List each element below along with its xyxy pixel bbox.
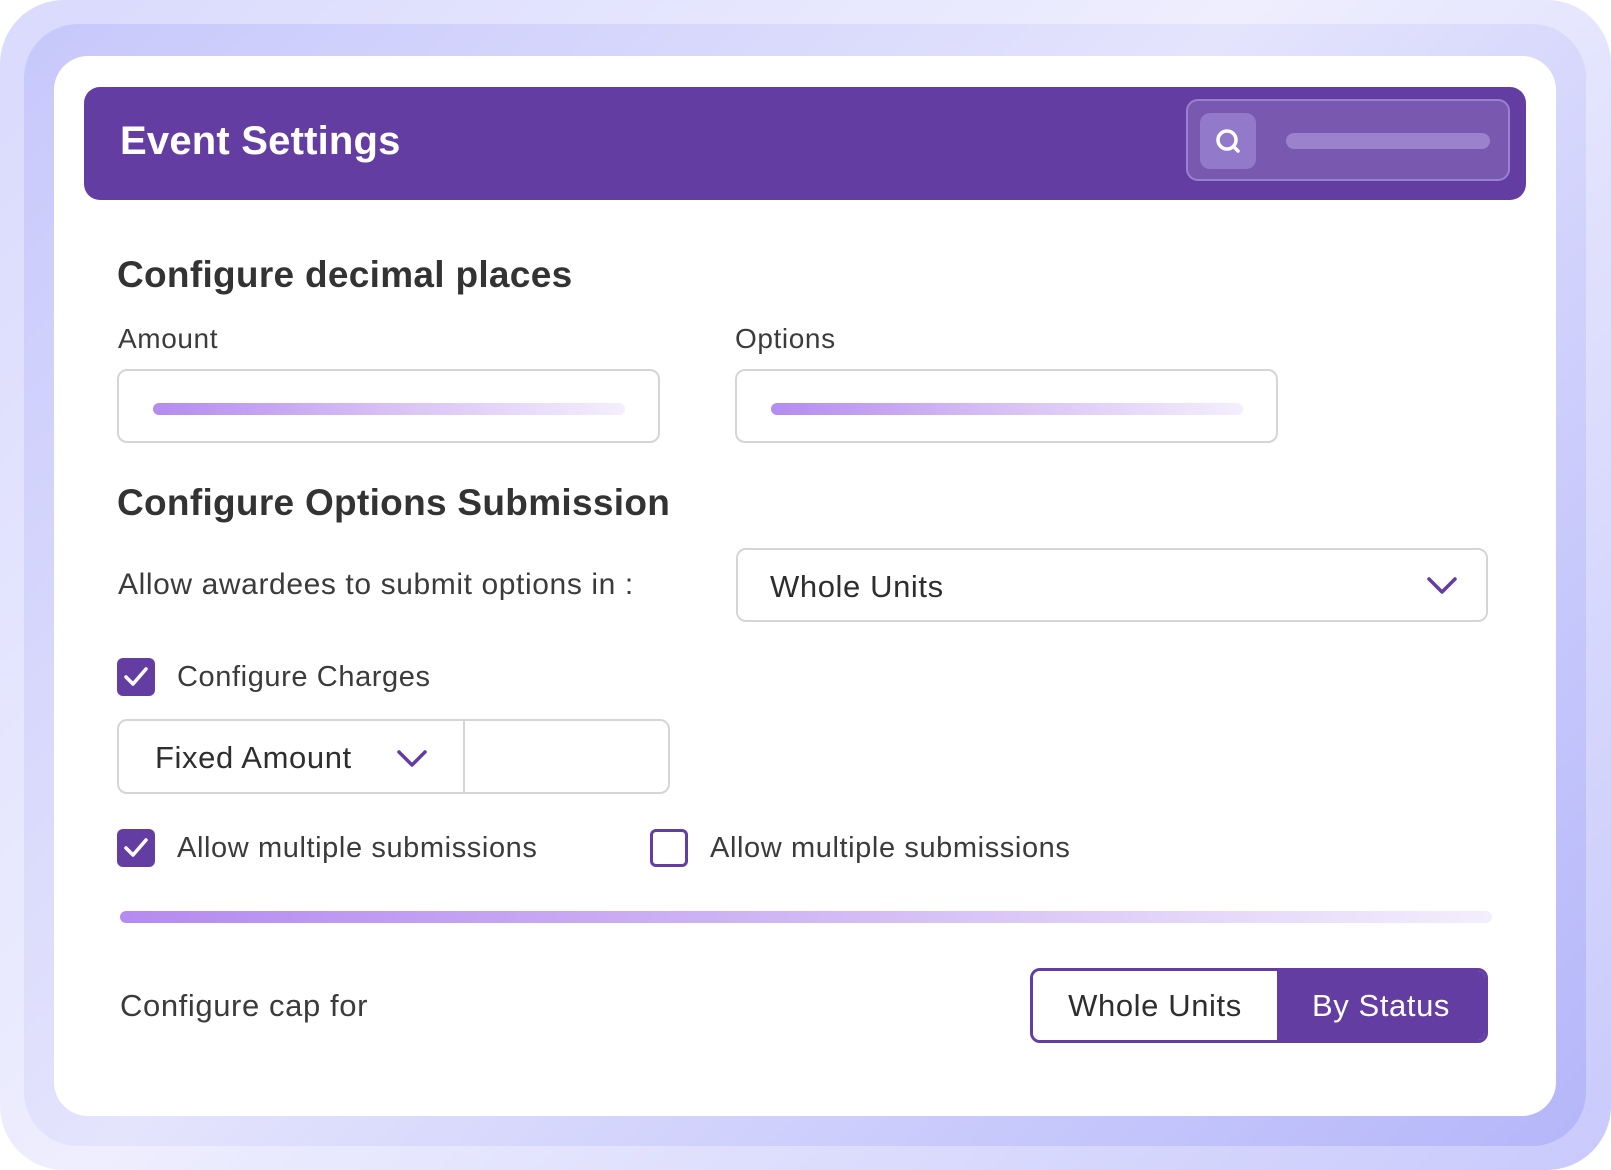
amount-field-placeholder <box>153 403 625 415</box>
multiple-submissions-label-1: Allow multiple submissions <box>177 832 538 864</box>
cap-toggle-group: Whole Units By Status <box>1030 968 1488 1043</box>
multiple-submissions-label-2: Allow multiple submissions <box>710 832 1071 864</box>
amount-field[interactable] <box>117 369 660 443</box>
cap-option-by-status[interactable]: By Status <box>1277 971 1485 1040</box>
configure-charges-label: Configure Charges <box>177 661 431 693</box>
charge-type-group: Fixed Amount <box>117 719 670 794</box>
options-field[interactable] <box>735 369 1278 443</box>
check-icon <box>124 838 148 857</box>
configure-cap-label: Configure cap for <box>120 988 368 1023</box>
page-header: Event Settings <box>84 87 1526 200</box>
submit-in-label: Allow awardees to submit options in : <box>118 568 634 601</box>
chevron-down-icon <box>1427 577 1457 594</box>
search-input-placeholder[interactable] <box>1286 133 1490 149</box>
options-field-placeholder <box>771 403 1243 415</box>
check-icon <box>124 667 148 686</box>
multiple-submissions-checkbox-2[interactable] <box>650 829 688 867</box>
page-title: Event Settings <box>120 119 401 163</box>
search-box[interactable] <box>1186 99 1510 181</box>
amount-label: Amount <box>118 323 219 354</box>
options-label: Options <box>735 323 836 354</box>
section-divider <box>120 911 1492 923</box>
submission-section-heading: Configure Options Submission <box>117 482 671 523</box>
chevron-down-icon[interactable] <box>396 749 428 769</box>
submit-in-select[interactable]: Whole Units <box>736 548 1488 622</box>
charge-type-select[interactable]: Fixed Amount <box>155 740 352 776</box>
search-button[interactable] <box>1200 113 1256 169</box>
search-icon <box>1216 129 1240 153</box>
charge-value-input[interactable] <box>465 721 668 792</box>
cap-option-whole-units[interactable]: Whole Units <box>1033 971 1277 1040</box>
decimal-section-heading: Configure decimal places <box>117 254 573 295</box>
multiple-submissions-checkbox-1[interactable] <box>117 829 155 867</box>
submit-in-select-value: Whole Units <box>770 569 944 604</box>
configure-charges-checkbox[interactable] <box>117 658 155 696</box>
